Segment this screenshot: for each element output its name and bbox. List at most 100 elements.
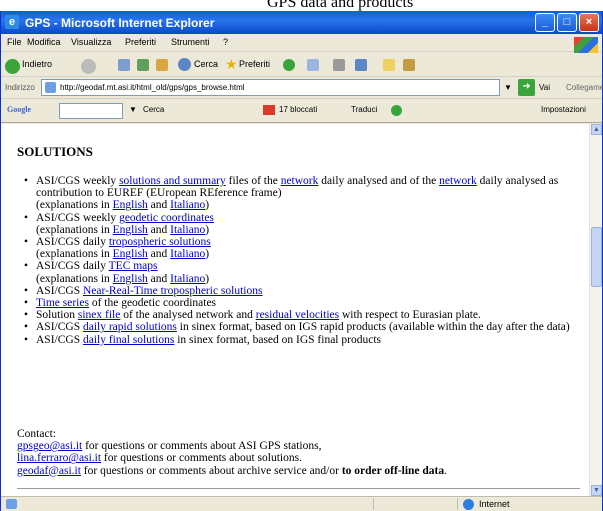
search-icon[interactable] — [178, 58, 191, 71]
forward-icon[interactable] — [81, 59, 96, 74]
globe-icon — [463, 499, 474, 510]
back-icon[interactable] — [5, 59, 20, 74]
blocked-count[interactable]: 17 bloccati — [279, 105, 317, 114]
messenger-icon[interactable] — [403, 59, 415, 71]
vertical-scrollbar[interactable]: ▲ ▼ — [589, 124, 602, 496]
list-item: ASI/CGS daily final solutions in sinex f… — [24, 334, 587, 346]
address-dropdown-icon[interactable]: ▼ — [504, 83, 512, 92]
close-button[interactable]: × — [579, 13, 599, 32]
sinex-file-link[interactable]: sinex file — [78, 309, 120, 321]
email-ferraro-link[interactable]: lina.ferraro@asi.it — [17, 452, 101, 464]
mail-icon[interactable] — [307, 59, 319, 71]
menu-file[interactable]: File — [7, 37, 22, 47]
menu-preferiti[interactable]: Preferiti — [125, 37, 156, 47]
nrt-tropospheric-link[interactable]: Near-Real-Time tropospheric solutions — [83, 285, 262, 297]
daily-rapid-solutions-link[interactable]: daily rapid solutions — [83, 321, 177, 333]
divider — [17, 488, 580, 489]
english-link[interactable]: English — [113, 273, 148, 285]
scroll-thumb[interactable] — [591, 227, 602, 287]
list-item: ASI/CGS daily tropospheric solutions(exp… — [24, 236, 587, 260]
english-link[interactable]: English — [113, 199, 148, 211]
favorites-icon[interactable]: ★ — [225, 56, 238, 73]
residual-velocities-link[interactable]: residual velocities — [256, 309, 339, 321]
page-status-icon — [6, 499, 17, 509]
minimize-button[interactable]: _ — [535, 13, 555, 32]
item-text: Solution — [36, 309, 78, 322]
english-link[interactable]: English — [113, 248, 148, 260]
geodetic-coordinates-link[interactable]: geodetic coordinates — [119, 212, 214, 224]
status-bar: Internet — [1, 496, 602, 511]
links-button[interactable]: Collegamenti — [566, 83, 603, 92]
discuss-icon[interactable] — [383, 59, 395, 71]
item-text: of the analysed network and — [120, 309, 256, 322]
item-text: files of the — [225, 175, 281, 187]
list-item: ASI/CGS weekly solutions and summary fil… — [24, 175, 587, 212]
maximize-button[interactable]: □ — [557, 13, 577, 32]
go-arrow-icon[interactable]: ➜ — [518, 79, 535, 96]
stop-icon[interactable] — [118, 59, 130, 71]
search-button[interactable]: Cerca — [194, 59, 218, 69]
item-text: ASI/CGS — [36, 284, 83, 297]
daily-final-solutions-link[interactable]: daily final solutions — [83, 334, 174, 346]
item-text: ASI/CGS daily — [36, 236, 109, 249]
italiano-link[interactable]: Italiano — [170, 273, 205, 285]
menu-strumenti[interactable]: Strumenti — [171, 37, 210, 47]
time-series-link[interactable]: Time series — [36, 297, 89, 309]
settings-button[interactable]: Impostazioni — [541, 105, 586, 114]
back-button[interactable]: Indietro — [22, 59, 52, 69]
scroll-up-icon[interactable]: ▲ — [591, 124, 602, 135]
item-text: ) — [205, 199, 210, 212]
google-toolbar: Google ▼ Cerca 17 bloccati Traduci Impos… — [1, 99, 602, 123]
edit-icon[interactable] — [355, 59, 367, 71]
italiano-link[interactable]: Italiano — [170, 199, 205, 211]
network-link[interactable]: network — [281, 175, 319, 187]
address-label: Indirizzo — [5, 83, 35, 92]
contact-label: Contact: — [17, 428, 56, 440]
tec-maps-link[interactable]: TEC maps — [109, 260, 158, 272]
refresh-icon[interactable] — [137, 59, 149, 71]
home-icon[interactable] — [156, 59, 168, 71]
item-text: in sinex format, based on IGS final prod… — [174, 333, 381, 346]
italiano-link[interactable]: Italiano — [170, 248, 205, 260]
solutions-summary-link[interactable]: solutions and summary — [119, 175, 226, 187]
google-dropdown-icon[interactable]: ▼ — [129, 105, 137, 114]
history-icon[interactable] — [283, 59, 295, 71]
menu-bar: File Modifica Visualizza Preferiti Strum… — [1, 34, 602, 53]
contact-text: for questions or comments about archive … — [80, 464, 342, 477]
ie-logo-icon: e — [5, 15, 19, 29]
page-icon — [45, 82, 56, 93]
contact-text: . — [444, 464, 448, 477]
network-link[interactable]: network — [439, 175, 477, 187]
toolbar: Indietro Cerca ★ Preferiti — [1, 53, 602, 77]
email-geodaf-link[interactable]: geodaf@asi.it — [17, 465, 81, 477]
list-item: ASI/CGS Near-Real-Time tropospheric solu… — [24, 285, 587, 297]
address-url: http://geodaf.mt.asi.it/html_old/gps/gps… — [60, 83, 245, 92]
go-button[interactable]: Vai — [539, 83, 550, 92]
contact-section: Contact: gpsgeo@asi.it for questions or … — [17, 428, 447, 477]
item-text: (explanations in — [36, 223, 113, 236]
window-title: GPS - Microsoft Internet Explorer — [25, 16, 215, 30]
translate-button[interactable]: Traduci — [351, 105, 377, 114]
item-text: (explanations in — [36, 272, 113, 285]
tropospheric-solutions-link[interactable]: tropospheric solutions — [109, 236, 211, 248]
page-title: SOLUTIONS — [17, 144, 93, 159]
email-gpsgeo-link[interactable]: gpsgeo@asi.it — [17, 440, 82, 452]
menu-modifica[interactable]: Modifica — [27, 37, 61, 47]
contact-text: for questions or comments about solution… — [101, 452, 302, 465]
item-text: (explanations in — [36, 248, 113, 261]
print-icon[interactable] — [333, 59, 345, 71]
status-divider — [457, 498, 458, 510]
google-search-button[interactable]: Cerca — [143, 105, 164, 114]
address-input[interactable]: http://geodaf.mt.asi.it/html_old/gps/gps… — [41, 79, 500, 96]
english-link[interactable]: English — [113, 224, 148, 236]
popup-blocker-icon — [263, 105, 275, 115]
list-item: ASI/CGS weekly geodetic coordinates (expl… — [24, 212, 587, 236]
google-search-input[interactable] — [59, 103, 123, 119]
menu-help[interactable]: ? — [223, 37, 228, 47]
item-text: ) — [205, 223, 210, 236]
menu-visualizza[interactable]: Visualizza — [71, 37, 111, 47]
italiano-link[interactable]: Italiano — [170, 224, 205, 236]
scroll-down-icon[interactable]: ▼ — [591, 485, 602, 496]
order-offline-text: to order off-line data — [341, 464, 445, 477]
favorites-button[interactable]: Preferiti — [239, 59, 270, 69]
